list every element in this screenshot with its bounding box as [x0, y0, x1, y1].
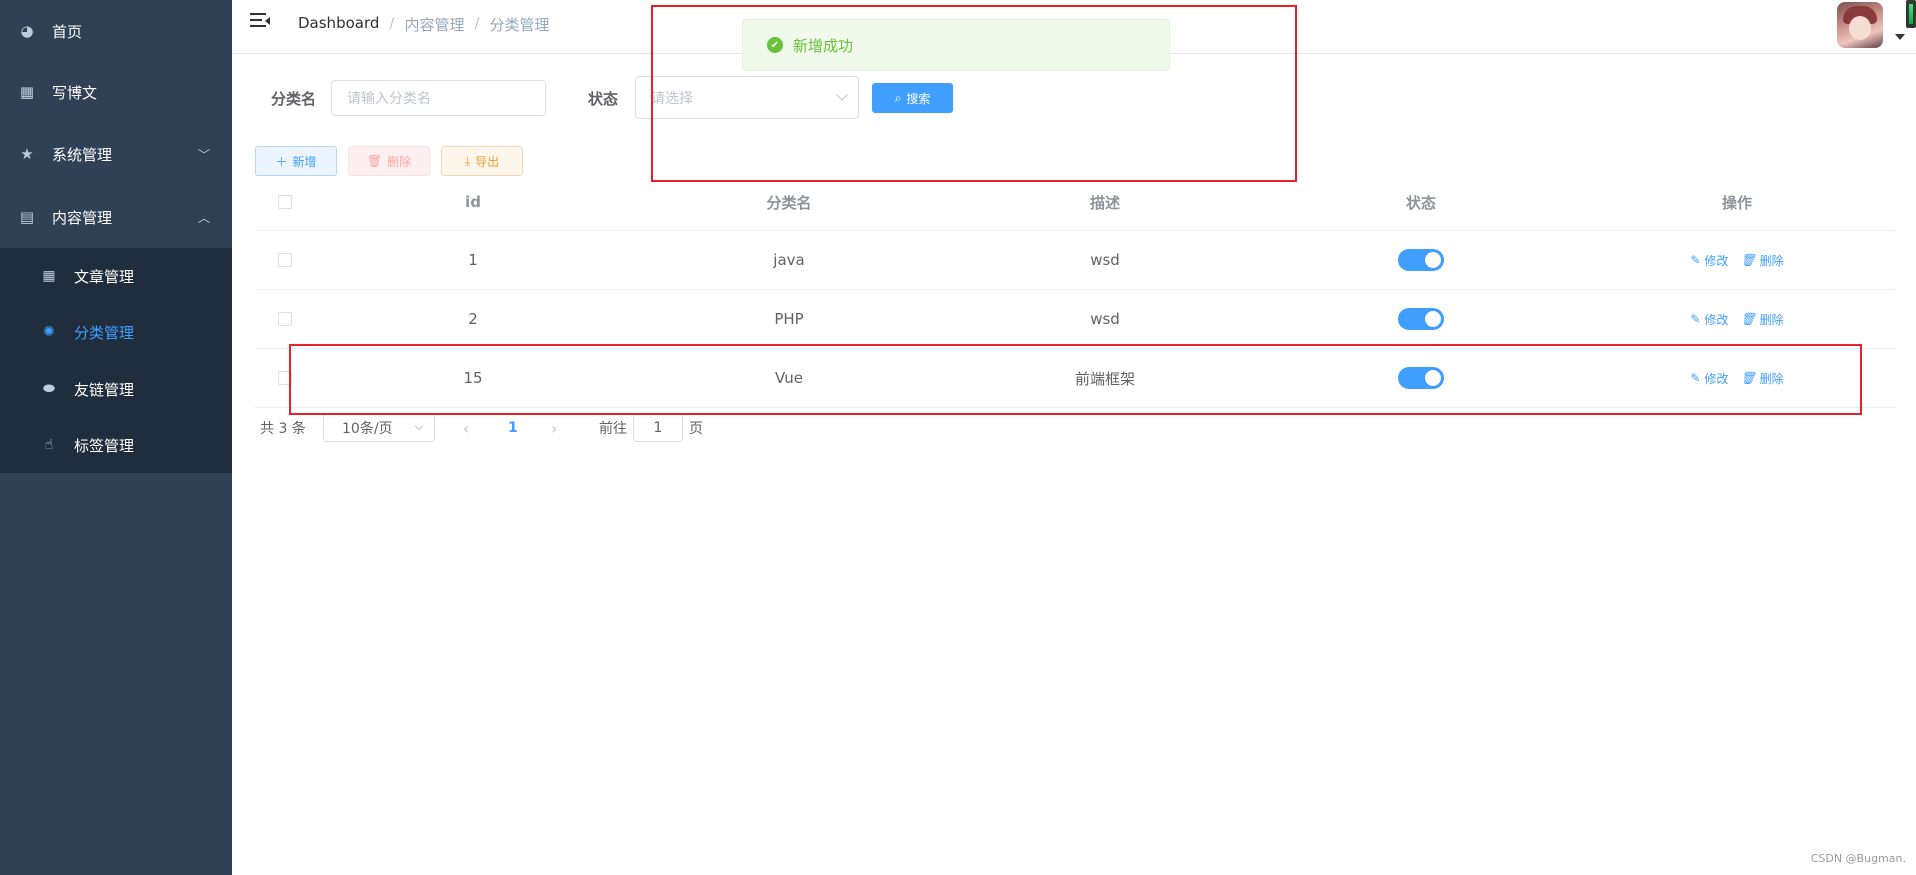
column-header-id[interactable]: id — [315, 174, 631, 230]
trash-icon: 🗑 — [1740, 312, 1756, 326]
pagination-total: 共 3 条 — [260, 421, 306, 437]
watermark: CSDN @Bugman. — [1810, 852, 1906, 865]
sidebar-item-label: 写博文 — [52, 83, 98, 102]
page-size-value: 10条/页 — [342, 421, 393, 437]
app-root: ◕ 首页 ▦ 写博文 ★ 系统管理 ﹀ ▤ 内容管理 ︿ ▦ 文章管理 ✺ 分类… — [0, 0, 1916, 875]
edit-icon: ✎ — [1690, 312, 1701, 326]
export-button[interactable]: ⤓ 导出 — [441, 146, 523, 176]
breadcrumb-separator: / — [474, 14, 480, 32]
delete-link[interactable]: 🗑 删除 — [1740, 311, 1783, 328]
grid-icon: ▤ — [19, 208, 35, 226]
table-row: 1 java wsd ✎ 修改 🗑 删除 — [255, 231, 1895, 290]
row-checkbox[interactable] — [278, 312, 292, 326]
chevron-down-icon — [414, 421, 424, 431]
edit-link[interactable]: ✎ 修改 — [1690, 252, 1728, 269]
chevron-up-icon: ︿ — [197, 210, 210, 225]
select-all-checkbox[interactable] — [278, 195, 292, 209]
sidebar-item-label: 系统管理 — [52, 145, 113, 164]
battery-icon — [1906, 0, 1916, 28]
breadcrumb-content: 内容管理 — [404, 16, 465, 34]
column-header-name: 分类名 — [766, 193, 812, 212]
cell-id: 2 — [468, 310, 478, 328]
cell-id: 1 — [468, 251, 478, 269]
table-row: 2 PHP wsd ✎ 修改 🗑 删除 — [255, 290, 1895, 349]
add-button[interactable]: ＋ 新增 — [255, 146, 337, 176]
cell-name: PHP — [774, 310, 804, 328]
caret-down-icon[interactable] — [1895, 34, 1905, 40]
page-number-current[interactable]: 1 — [508, 414, 518, 442]
row-actions: ✎ 修改 🗑 删除 — [1579, 290, 1895, 348]
column-header-desc: 描述 — [1089, 193, 1120, 212]
next-page-icon[interactable]: › — [551, 414, 557, 442]
sidebar-item-tags[interactable]: ☝ 标签管理 — [0, 417, 232, 473]
column-header-status: 状态 — [1405, 193, 1436, 212]
cell-desc: wsd — [1090, 310, 1120, 328]
hand-icon: ☝ — [44, 437, 54, 453]
category-name-placeholder: 请输入分类名 — [347, 91, 431, 107]
sidebar-item-articles[interactable]: ▦ 文章管理 — [0, 248, 232, 304]
status-switch[interactable] — [1398, 249, 1444, 271]
breadcrumb: Dashboard / 内容管理 / 分类管理 — [298, 14, 550, 35]
cell-desc: wsd — [1090, 251, 1120, 269]
delete-button-label: 删除 — [387, 154, 412, 169]
sidebar-item-categories[interactable]: ✺ 分类管理 — [0, 304, 232, 360]
page-size-select[interactable]: 10条/页 — [323, 414, 435, 442]
trash-icon: 🗑 — [1740, 253, 1756, 267]
annotation-box — [651, 5, 1297, 182]
page-suffix: 页 — [689, 421, 703, 437]
sidebar-item-system[interactable]: ★ 系统管理 ﹀ — [0, 123, 232, 185]
sidebar-item-label: 分类管理 — [74, 323, 135, 342]
category-name-label: 分类名 — [271, 90, 317, 108]
sidebar-item-write-blog[interactable]: ▦ 写博文 — [0, 61, 232, 123]
breadcrumb-dashboard[interactable]: Dashboard — [298, 14, 379, 35]
goto-page-input[interactable]: 1 — [633, 414, 683, 442]
plus-icon: ＋ — [275, 154, 288, 169]
table-header: id 分类名 描述 状态 操作 — [255, 174, 1895, 231]
sidebar: ◕ 首页 ▦ 写博文 ★ 系统管理 ﹀ ▤ 内容管理 ︿ ▦ 文章管理 ✺ 分类… — [0, 0, 232, 875]
delete-link[interactable]: 🗑 删除 — [1740, 252, 1783, 269]
row-actions: ✎ 修改 🗑 删除 — [1579, 231, 1895, 289]
breadcrumb-separator: / — [389, 14, 395, 32]
category-icon: ✺ — [43, 324, 55, 340]
star-icon: ★ — [20, 145, 34, 163]
column-header-actions: 操作 — [1721, 193, 1752, 212]
goto-label: 前往 — [599, 421, 627, 437]
add-button-label: 新增 — [292, 154, 317, 169]
hamburger-icon[interactable] — [250, 13, 270, 31]
sidebar-item-label: 友链管理 — [74, 380, 135, 399]
submenu: ▦ 文章管理 ✺ 分类管理 ⬬ 友链管理 ☝ 标签管理 — [0, 248, 232, 473]
sidebar-item-home[interactable]: ◕ 首页 — [0, 0, 232, 62]
dashboard-icon: ◕ — [20, 22, 34, 40]
prev-page-icon[interactable]: ‹ — [463, 414, 469, 442]
status-switch[interactable] — [1398, 308, 1444, 330]
annotation-box — [289, 344, 1862, 415]
row-checkbox[interactable] — [278, 253, 292, 267]
link-icon: ⬬ — [43, 381, 55, 397]
edit-icon: ✎ — [1690, 253, 1701, 267]
delete-button[interactable]: 🗑 删除 — [348, 146, 430, 176]
sidebar-item-label: 文章管理 — [74, 267, 135, 286]
chevron-down-icon: ﹀ — [197, 147, 210, 162]
cell-name: java — [773, 251, 805, 269]
sidebar-item-label: 内容管理 — [52, 208, 113, 227]
sidebar-item-content[interactable]: ▤ 内容管理 ︿ — [0, 186, 232, 248]
sidebar-item-label: 首页 — [52, 22, 83, 41]
edit-link[interactable]: ✎ 修改 — [1690, 311, 1728, 328]
status-label: 状态 — [588, 90, 619, 108]
sidebar-item-links[interactable]: ⬬ 友链管理 — [0, 361, 232, 417]
sidebar-item-label: 标签管理 — [74, 436, 135, 455]
export-button-label: 导出 — [475, 154, 500, 169]
category-name-input[interactable]: 请输入分类名 — [331, 80, 546, 116]
avatar[interactable] — [1837, 2, 1883, 48]
table-icon: ▦ — [42, 268, 56, 284]
trash-icon: 🗑 — [366, 154, 383, 168]
download-icon: ⤓ — [464, 153, 471, 168]
table-icon: ▦ — [19, 83, 35, 101]
breadcrumb-category: 分类管理 — [489, 16, 550, 34]
